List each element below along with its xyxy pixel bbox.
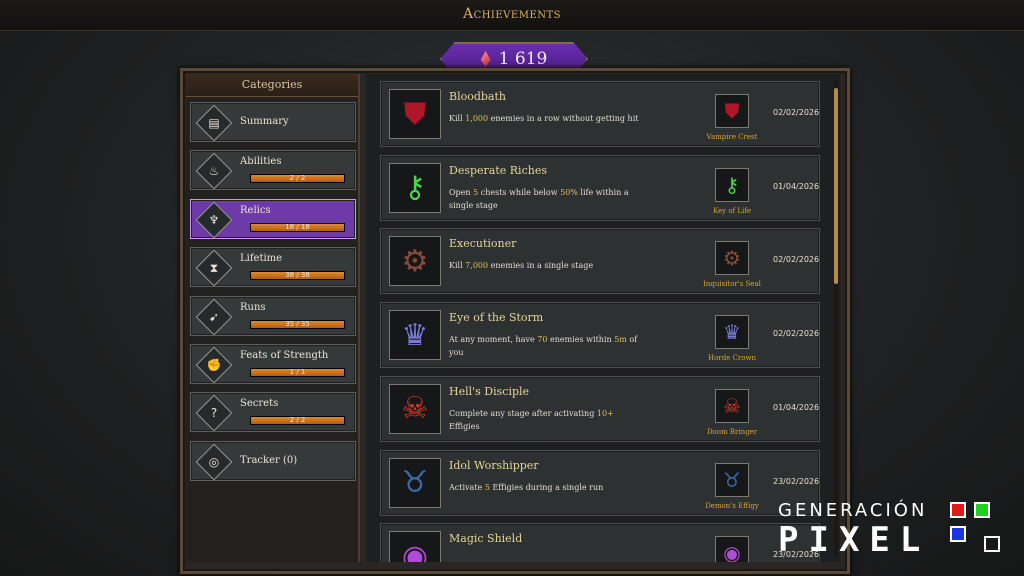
watermark-top-text: GENERACIÓN	[778, 500, 928, 521]
achievement-row[interactable]: ◉ Magic Shield ◉ 23/02/2026	[380, 523, 820, 562]
achievement-date: 01/04/2026	[773, 402, 820, 412]
achievement-description: At any moment, have 70 enemies within 5m…	[449, 335, 638, 358]
achievement-title: Executioner	[449, 237, 517, 251]
winged-boot-icon: ➹	[195, 298, 233, 336]
progress-text: 1 / 1	[289, 368, 306, 376]
category-progress-bar: 18 / 18	[250, 223, 345, 232]
category-progress-bar: 38 / 38	[250, 271, 345, 280]
reward-name: Inquisitor's Seal	[703, 280, 761, 289]
progress-text: 35 / 35	[285, 320, 310, 328]
achievement-description: Open 5 chests while below 50% life withi…	[449, 187, 629, 210]
achievement-list[interactable]: ⛊ Bloodbath Kill 1,000 enemies in a row wi…	[366, 74, 840, 562]
reward-name: Key of Life	[712, 206, 751, 215]
reward-bat-crest-icon: ⛊	[715, 94, 749, 128]
bat-crest-icon: ⛊	[389, 89, 441, 139]
category-progress-bar: 35 / 35	[250, 320, 345, 329]
achievement-title: Idol Worshipper	[449, 458, 539, 472]
fist-icon: ✊	[195, 346, 233, 384]
category-label: Abilities	[240, 156, 282, 167]
reward-crown-icon: ♛	[715, 315, 749, 350]
seal-icon: ⚙	[389, 236, 441, 287]
categories-header: Categories	[186, 74, 358, 97]
reward-orb-icon: ◉	[715, 536, 749, 562]
category-label: Runs	[240, 302, 266, 313]
category-label: Summary	[240, 116, 289, 127]
demon-icon: ♉	[389, 457, 441, 508]
category-label: Feats of Strength	[240, 350, 329, 361]
document-icon: ▤	[195, 104, 233, 142]
category-label: Tracker (0)	[240, 455, 298, 466]
reward-demon-icon: ♉	[715, 462, 749, 497]
category-progress-bar: 1 / 1	[250, 368, 345, 377]
achievement-date: 02/02/2026	[773, 329, 820, 339]
reward-name: Doom Bringer	[706, 427, 758, 436]
achievement-description: Kill 7,000 enemies in a single stage	[449, 261, 594, 271]
gem-icon	[480, 51, 491, 67]
watermark-green-square	[974, 502, 990, 518]
key-icon: ⚷	[389, 162, 441, 213]
progress-text: 18 / 18	[285, 223, 310, 231]
category-relics[interactable]: ♆ Relics 18 / 18	[190, 199, 356, 239]
flask-icon: ♨	[195, 152, 233, 190]
achievement-description: Activate 5 Effigies during a single run	[449, 482, 604, 492]
achievement-row[interactable]: ⚙ Executioner Kill 7,000 enemies in a sing…	[380, 228, 820, 295]
watermark-blue-square	[950, 526, 966, 542]
progress-text: 2 / 2	[289, 174, 306, 182]
watermark-white-square	[984, 536, 1000, 552]
achievement-date: 02/02/2026	[773, 255, 820, 265]
reward-key-icon: ⚷	[715, 167, 749, 202]
achievement-description: Complete any stage after activating 10+ …	[449, 408, 614, 431]
progress-text: 38 / 38	[285, 271, 310, 279]
achievement-date: 23/02/2026	[773, 476, 820, 486]
achievement-row[interactable]: ☠ Hell's Disciple Complete any stage after…	[380, 375, 820, 442]
category-feats-of-strength[interactable]: ✊ Feats of Strength 1 / 1	[190, 344, 356, 384]
category-progress-bar: 2 / 2	[250, 174, 345, 183]
category-label: Secrets	[240, 398, 279, 409]
reward-name: Demon's Effigy	[705, 501, 759, 510]
achievement-title: Magic Shield	[449, 532, 523, 546]
question-icon: ?	[195, 394, 233, 432]
scrollbar-thumb[interactable]	[834, 88, 838, 284]
watermark-logo: GENERACIÓN PIXEL	[776, 498, 1016, 568]
achievement-date: 01/04/2026	[773, 181, 820, 191]
reward-name: Horde Crown	[708, 354, 756, 363]
progress-text: 2 / 2	[289, 416, 306, 424]
category-label: Lifetime	[240, 253, 283, 264]
watermark-red-square	[950, 502, 966, 518]
category-runs[interactable]: ➹ Runs 35 / 35	[190, 296, 356, 336]
achievement-row[interactable]: ♉ Idol Worshipper Activate 5 Effigies duri…	[380, 449, 820, 516]
category-progress-bar: 2 / 2	[250, 416, 345, 425]
reward-skull-icon: ☠	[715, 388, 749, 423]
top-bar: Achievements	[0, 0, 1024, 31]
achievement-title: Eye of the Storm	[449, 311, 544, 325]
orb-icon: ◉	[389, 531, 441, 562]
skull-icon: ☠	[389, 383, 441, 434]
reward-seal-icon: ⚙	[715, 241, 749, 276]
category-tracker[interactable]: ◎ Tracker (0)	[190, 441, 356, 481]
hourglass-icon: ⧗	[195, 249, 233, 287]
achievement-title: Hell's Disciple	[449, 384, 530, 398]
achievement-title: Bloodbath	[449, 90, 506, 103]
category-abilities[interactable]: ♨ Abilities 2 / 2	[190, 150, 356, 190]
watermark-bottom-text: PIXEL	[778, 520, 931, 560]
achievement-row[interactable]: ⛊ Bloodbath Kill 1,000 enemies in a row wi…	[380, 81, 820, 147]
category-summary[interactable]: ▤ Summary	[190, 102, 356, 142]
page-title: Achievements	[462, 6, 562, 22]
category-label: Relics	[240, 205, 271, 216]
achievement-row[interactable]: ⚷ Desperate Riches Open 5 chests while bel…	[380, 154, 820, 221]
reward-name: Vampire Crest	[706, 133, 758, 141]
achievement-date: 02/02/2026	[773, 108, 820, 117]
category-lifetime[interactable]: ⧗ Lifetime 38 / 38	[190, 247, 356, 287]
chalice-icon: ♆	[195, 201, 233, 239]
crown-icon: ♛	[389, 310, 441, 361]
achievement-description: Kill 1,000 enemies in a row without gett…	[449, 114, 639, 123]
target-icon: ◎	[195, 443, 233, 481]
achievement-row[interactable]: ♛ Eye of the Storm At any moment, have 70 …	[380, 302, 820, 369]
achievement-title: Desperate Riches	[449, 163, 547, 177]
category-secrets[interactable]: ? Secrets 2 / 2	[190, 392, 356, 432]
currency-value: 1 619	[498, 49, 548, 69]
